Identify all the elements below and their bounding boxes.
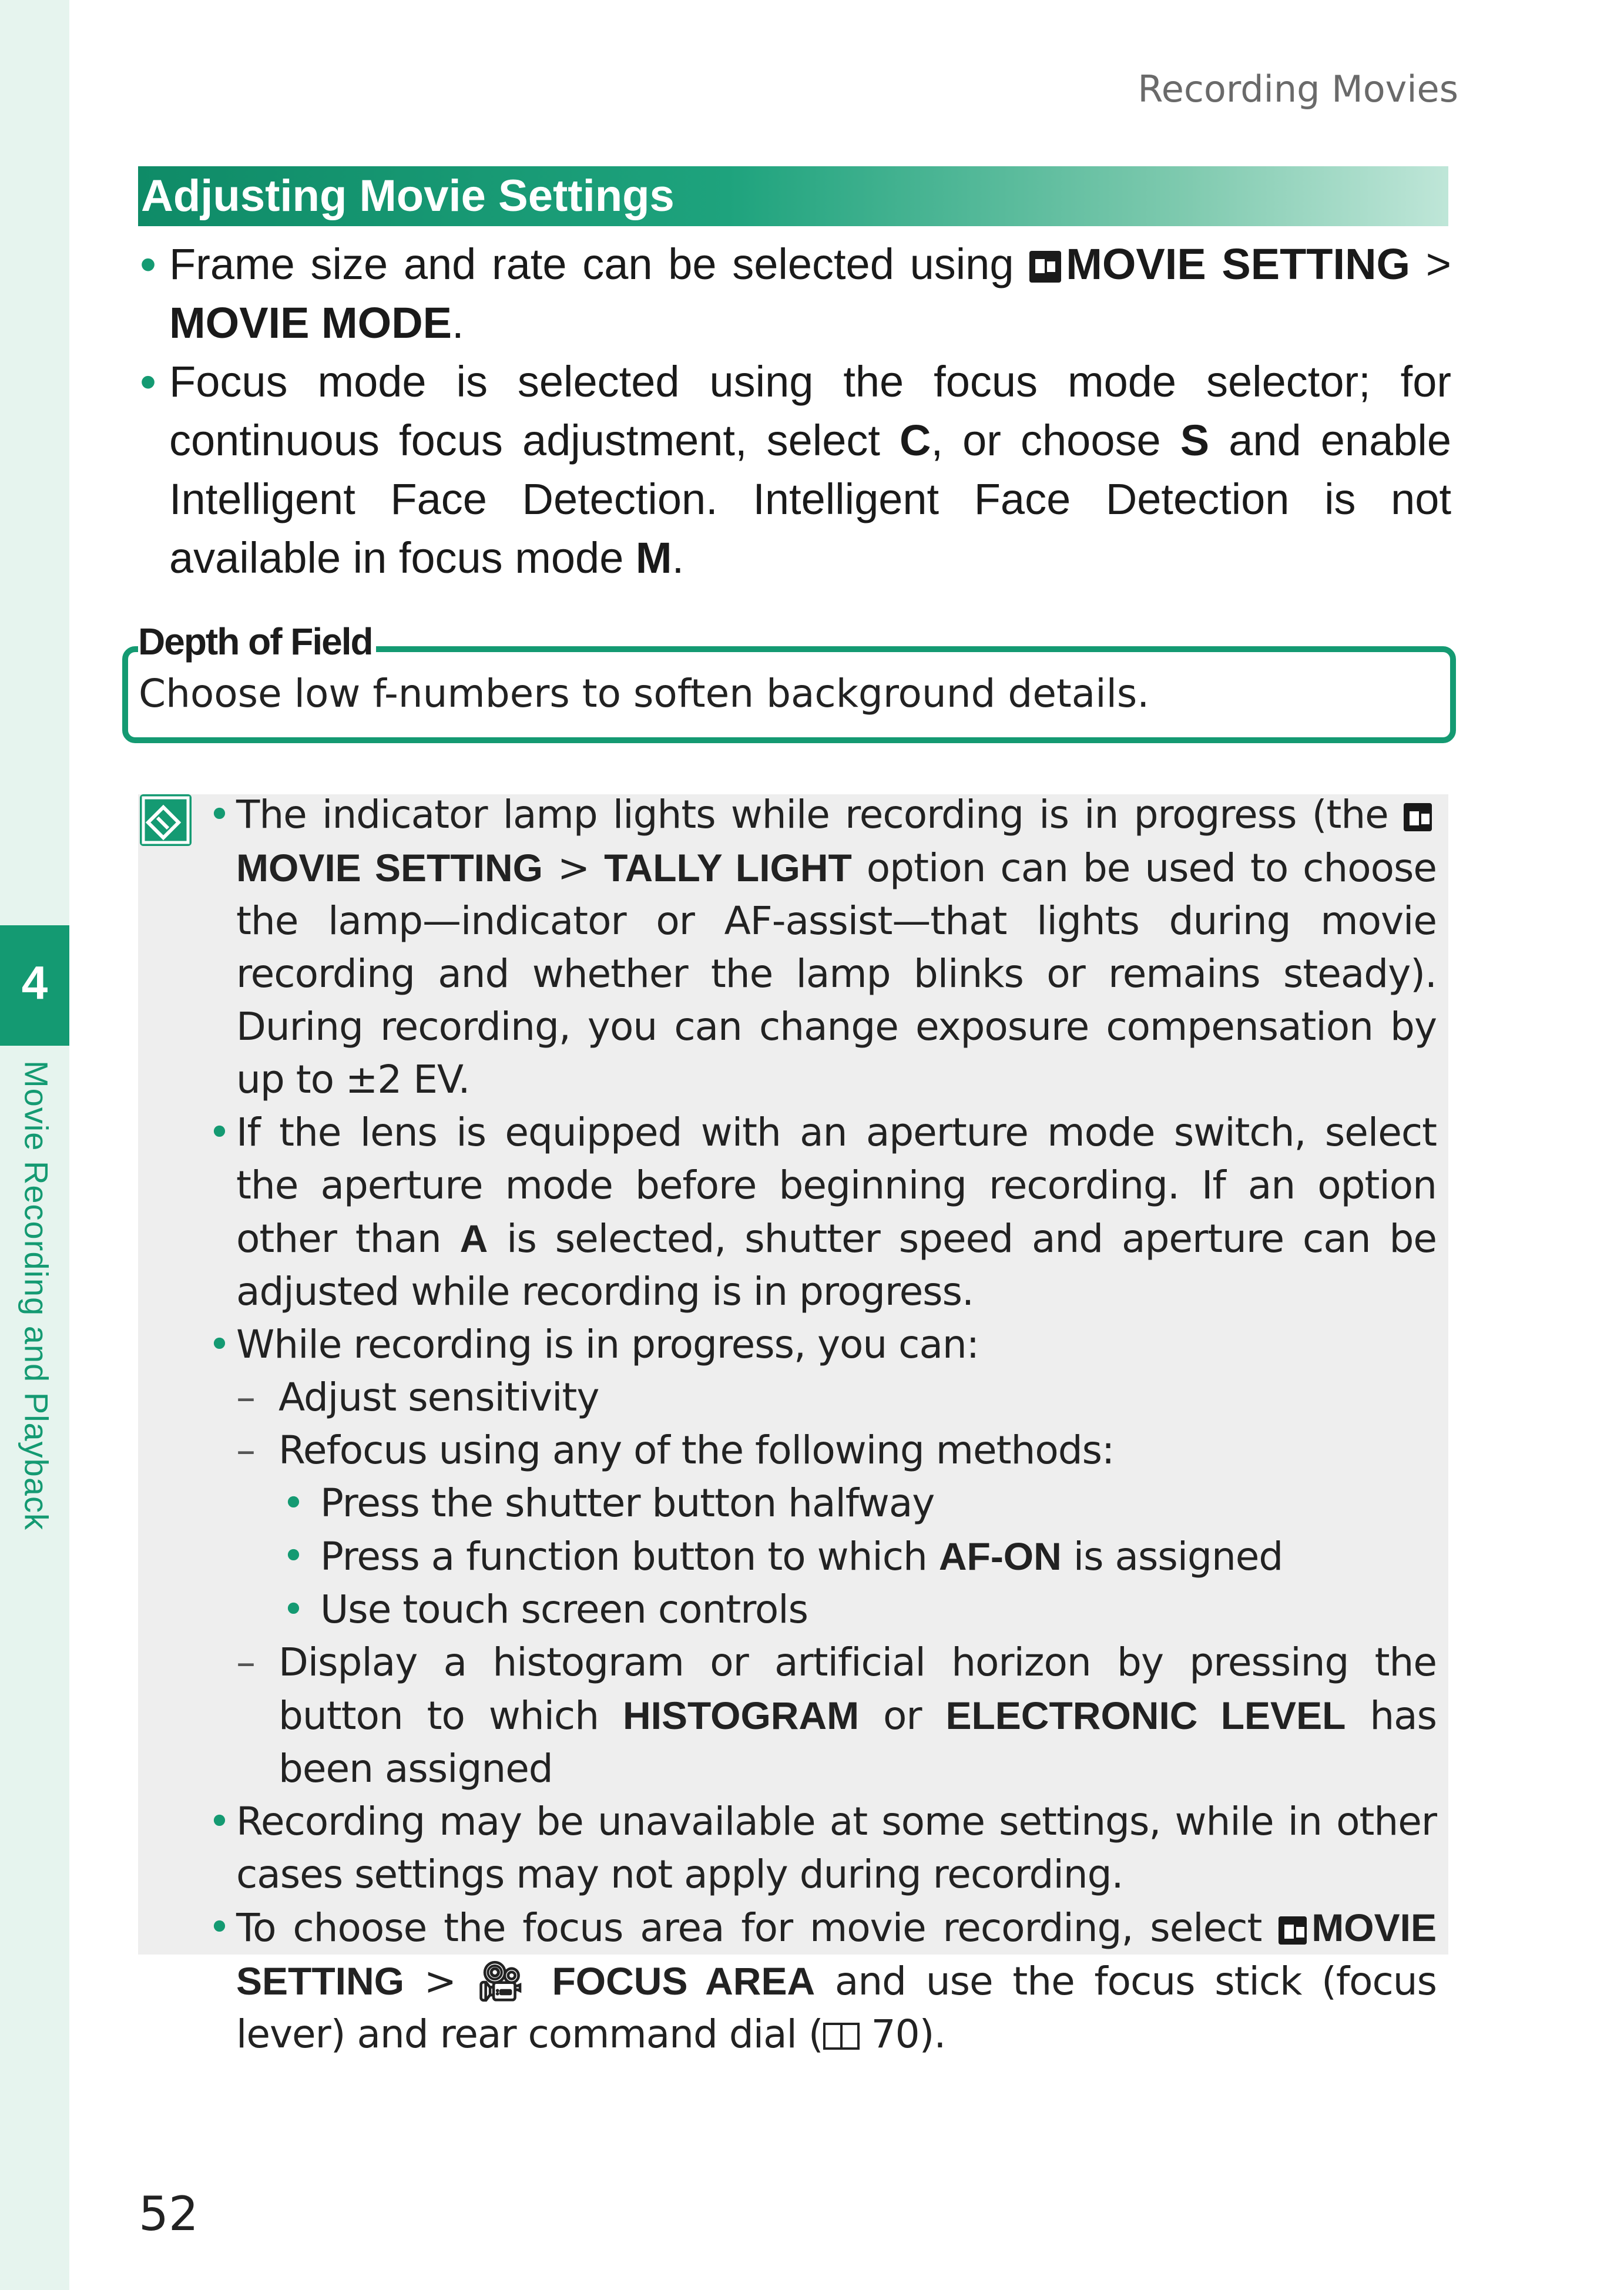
notes-list: • The indicator lamp lights while record… xyxy=(206,788,1437,2061)
chapter-title: Movie Recording and Playback xyxy=(18,1060,55,1530)
sub-list-item: – Display a histogram or artificial hori… xyxy=(206,1636,1437,1795)
bullet-icon: • xyxy=(282,1480,305,1526)
sub-sub-list-item: • Press the shutter button halfway xyxy=(206,1477,1437,1530)
list-item: • The indicator lamp lights while record… xyxy=(206,788,1437,1106)
list-item: • To choose the focus area for movie rec… xyxy=(206,1901,1437,2061)
list-item: • If the lens is equipped with an apertu… xyxy=(206,1106,1437,1318)
main-bullet-list: • Frame size and rate can be selected us… xyxy=(135,235,1451,587)
list-item: • Recording may be unavailable at some s… xyxy=(206,1795,1437,1901)
bullet-icon: • xyxy=(140,238,157,290)
sub-sub-list-item: • Press a function button to which AF-ON… xyxy=(206,1530,1437,1583)
movie-camera-icon xyxy=(1279,1916,1307,1945)
list-item: • While recording is in progress, you ca… xyxy=(206,1318,1437,1371)
depth-of-field-title: Depth of Field xyxy=(138,620,376,663)
note-icon xyxy=(140,794,192,846)
chapter-number: 4 xyxy=(21,956,48,1009)
dash-icon: – xyxy=(236,1640,256,1685)
dash-icon: – xyxy=(236,1375,256,1420)
list-item: • Frame size and rate can be selected us… xyxy=(135,235,1451,352)
list-item: • Focus mode is selected using the focus… xyxy=(135,352,1451,587)
book-icon xyxy=(823,2023,860,2050)
section-title: Adjusting Movie Settings xyxy=(141,171,675,221)
dash-icon: – xyxy=(236,1428,256,1473)
page-header-title: Recording Movies xyxy=(1138,68,1458,110)
page-number: 52 xyxy=(139,2187,199,2241)
bullet-icon: • xyxy=(282,1587,305,1632)
movie-camera-icon xyxy=(1404,803,1432,831)
sub-sub-list-item: • Use touch screen controls xyxy=(206,1583,1437,1636)
bullet-icon: • xyxy=(282,1533,305,1579)
bullet-icon: • xyxy=(208,1799,231,1844)
movie-camera-icon xyxy=(1029,251,1062,283)
sub-list-item: – Refocus using any of the following met… xyxy=(206,1424,1437,1477)
bullet-icon: • xyxy=(208,1322,231,1367)
focus-area-label: 🎥︎ xyxy=(475,1959,552,2003)
bullet-icon: • xyxy=(208,792,231,837)
bullet-icon: • xyxy=(140,355,157,408)
bullet-icon: • xyxy=(208,1110,231,1155)
depth-of-field-text: Choose low f-numbers to soften backgroun… xyxy=(139,671,1150,716)
sub-list-item: – Adjust sensitivity xyxy=(206,1371,1437,1424)
bullet-icon: • xyxy=(208,1905,231,1950)
